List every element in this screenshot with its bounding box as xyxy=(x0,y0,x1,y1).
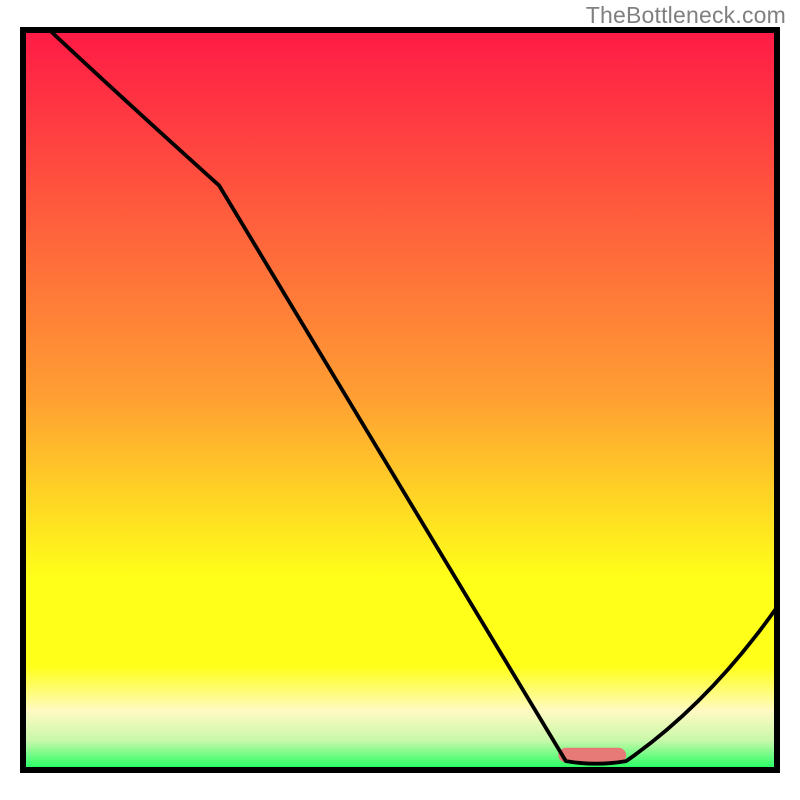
plot-area xyxy=(23,30,777,770)
bottleneck-chart xyxy=(0,0,800,800)
attribution-text: TheBottleneck.com xyxy=(586,2,786,29)
chart-frame: TheBottleneck.com xyxy=(0,0,800,800)
